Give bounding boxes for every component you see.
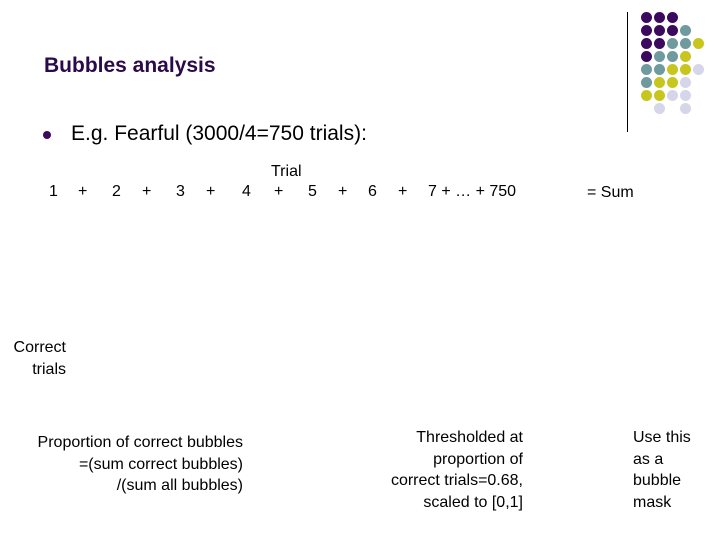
threshold-line: proportion of bbox=[433, 450, 523, 468]
threshold-label: Thresholded at proportion of correct tri… bbox=[391, 427, 523, 513]
decorative-dot bbox=[654, 64, 665, 75]
mask-label: Use this as a bubble mask bbox=[633, 427, 691, 513]
decorative-dot bbox=[641, 12, 652, 23]
decorative-dot bbox=[680, 51, 691, 62]
decorative-dot bbox=[680, 38, 691, 49]
trial-number: 7 + … + 750 bbox=[428, 183, 517, 200]
decorative-dot bbox=[693, 64, 704, 75]
bullet-text: E.g. Fearful (3000/4=750 trials): bbox=[71, 122, 367, 145]
plus-sign: + bbox=[142, 183, 152, 200]
decorative-dot bbox=[680, 64, 691, 75]
mask-line: Use this bbox=[633, 429, 691, 446]
decorative-dot bbox=[654, 103, 665, 114]
plus-sign: + bbox=[274, 183, 284, 200]
decorative-dot bbox=[667, 25, 678, 36]
decorative-dot bbox=[667, 77, 678, 88]
decorative-dot bbox=[680, 90, 691, 101]
decorative-dot bbox=[693, 38, 704, 49]
decorative-dot bbox=[641, 64, 652, 75]
trial-number: 3 bbox=[176, 183, 185, 200]
decorative-dot bbox=[680, 77, 691, 88]
decorative-dot bbox=[641, 25, 652, 36]
decorative-dot bbox=[654, 51, 665, 62]
threshold-line: correct trials=0.68, bbox=[390, 472, 523, 489]
plus-sign: + bbox=[338, 183, 348, 200]
proportion-line: =(sum correct bubbles) bbox=[78, 455, 243, 473]
trial-label: Trial bbox=[271, 163, 302, 180]
correct-trials-line: trials bbox=[32, 360, 66, 378]
decorative-dot bbox=[654, 25, 665, 36]
mask-line: mask bbox=[633, 493, 672, 511]
decorative-dot bbox=[667, 12, 678, 23]
plus-sign: + bbox=[398, 183, 408, 200]
trial-number: 6 bbox=[368, 183, 377, 200]
proportion-line: Proportion of correct bubbles bbox=[37, 434, 243, 451]
decorative-dot bbox=[680, 103, 691, 114]
trial-number: 1 bbox=[49, 183, 58, 200]
decorative-dot bbox=[667, 38, 678, 49]
decorative-dot bbox=[654, 38, 665, 49]
decorative-dot bbox=[641, 38, 652, 49]
sum-label: = Sum bbox=[587, 184, 634, 201]
correct-trials-label: Correct trials bbox=[14, 337, 66, 380]
bullet-icon bbox=[43, 131, 51, 139]
decorative-dot bbox=[641, 77, 652, 88]
trial-number: 2 bbox=[112, 183, 121, 200]
decorative-dot bbox=[654, 90, 665, 101]
trial-number: 5 bbox=[308, 183, 317, 200]
decorative-dot bbox=[654, 12, 665, 23]
trial-number: 4 bbox=[242, 183, 251, 200]
decorative-dot bbox=[667, 64, 678, 75]
threshold-line: Thresholded at bbox=[416, 429, 523, 446]
threshold-line: scaled to [0,1] bbox=[423, 493, 523, 511]
decorative-dot bbox=[667, 51, 678, 62]
decorative-dot bbox=[654, 77, 665, 88]
mask-line: as a bbox=[633, 450, 664, 468]
decorative-divider-line bbox=[627, 12, 628, 132]
proportion-line: /(sum all bubbles) bbox=[116, 477, 243, 494]
correct-trials-line: Correct bbox=[13, 339, 66, 356]
plus-sign: + bbox=[206, 183, 216, 200]
decorative-dot bbox=[667, 90, 678, 101]
decorative-dot bbox=[641, 51, 652, 62]
mask-line: bubble bbox=[633, 472, 682, 489]
proportion-label: Proportion of correct bubbles =(sum corr… bbox=[38, 432, 243, 497]
decorative-dot bbox=[641, 90, 652, 101]
plus-sign: + bbox=[78, 183, 88, 200]
decorative-dot bbox=[680, 25, 691, 36]
slide-title: Bubbles analysis bbox=[44, 54, 216, 77]
